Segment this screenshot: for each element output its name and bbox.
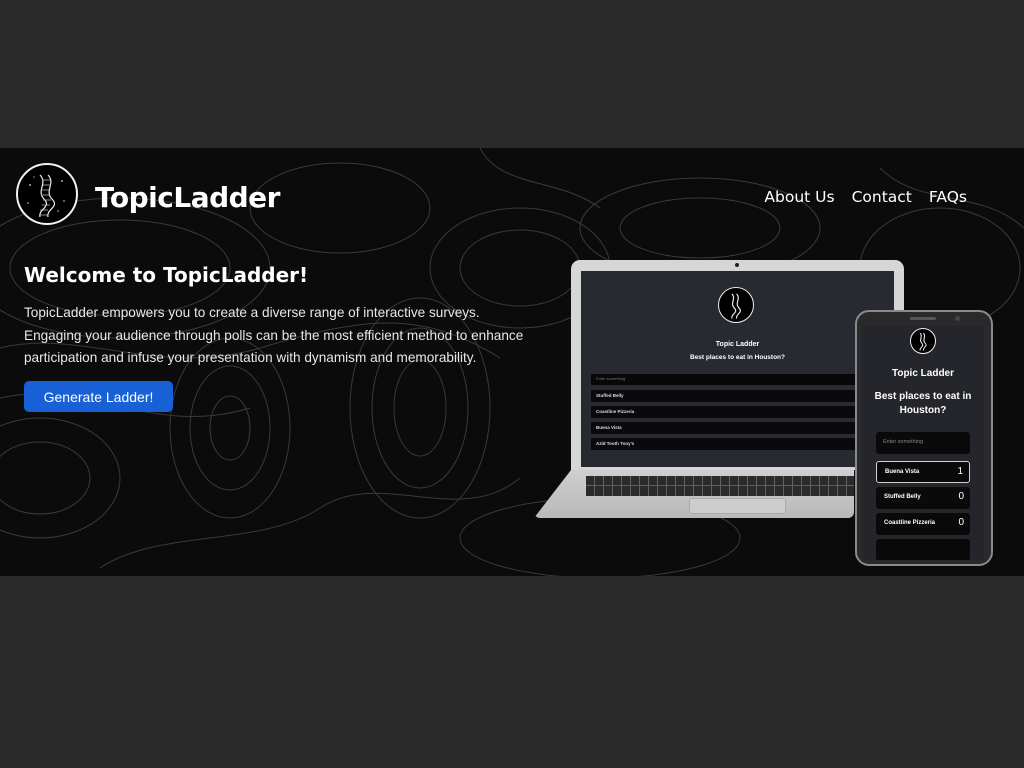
page-title: Welcome to TopicLadder! [24, 263, 309, 287]
phone-screen: Topic Ladder Best places to eat in Houst… [862, 326, 984, 560]
laptop-preview-input-placeholder: Enter something [596, 376, 626, 381]
laptop-preview-input: Enter something [591, 374, 883, 385]
hero-description: TopicLadder empowers you to create a div… [24, 305, 524, 365]
laptop-screen: Topic Ladder Best places to eat in Houst… [581, 271, 894, 467]
laptop-preview-item: Azld Tooth Tony's [591, 438, 883, 450]
phone-preview-item: Buena Vista 1 [876, 461, 970, 483]
phone-preview-item: Stuffed Belly 0 [876, 487, 970, 509]
hero-section: TopicLadder About Us Contact FAQs Welcom… [0, 148, 1024, 576]
generate-ladder-button[interactable]: Generate Ladder! [24, 381, 173, 412]
phone-preview-item: Coastline Pizzeria 0 [876, 513, 970, 535]
phone-preview-item-name: Coastline Pizzeria [884, 520, 936, 526]
laptop-preview-item: Buena Vista [591, 422, 883, 434]
nav-about-us[interactable]: About Us [764, 188, 834, 206]
phone-speaker [910, 317, 936, 320]
phone-preview-item-name: Buena Vista [885, 469, 920, 475]
laptop-camera [735, 263, 739, 267]
phone-preview-item-count: 1 [957, 466, 963, 477]
phone-preview-item-name: Stuffed Belly [884, 494, 921, 500]
laptop-preview-item: Stuffed Belly [591, 390, 883, 402]
phone-preview-title: Topic Ladder [891, 368, 955, 379]
ladder-logo-icon[interactable] [16, 163, 78, 225]
brand-name[interactable]: TopicLadder [95, 181, 280, 214]
laptop-preview-item-label: Buena Vista [596, 425, 622, 430]
nav-contact[interactable]: Contact [852, 188, 912, 206]
phone-preview-item [876, 539, 970, 560]
laptop-preview-question: Best places to eat in Houston? [690, 354, 785, 361]
ladder-logo-icon [718, 287, 754, 323]
phone-preview-input: Enter something [876, 432, 970, 454]
phone-preview-item-count: 0 [958, 491, 964, 502]
nav-faqs[interactable]: FAQs [929, 188, 967, 206]
laptop-preview-item-label: Stuffed Belly [596, 393, 624, 398]
laptop-preview-item: Coastline Pizzeria [591, 406, 883, 418]
laptop-preview-item-label: Azld Tooth Tony's [596, 441, 635, 446]
phone-mockup: Topic Ladder Best places to eat in Houst… [855, 310, 993, 566]
main-nav: About Us Contact FAQs [764, 188, 967, 206]
phone-preview-input-placeholder: Enter something [883, 439, 924, 445]
phone-preview-question: Best places to eat in Houston? [874, 391, 972, 416]
laptop-preview-title: Topic Ladder [715, 341, 760, 348]
laptop-keyboard [586, 476, 854, 496]
ladder-logo-icon [910, 328, 936, 354]
phone-camera [955, 316, 960, 321]
laptop-preview-item-label: Coastline Pizzeria [596, 409, 635, 414]
phone-preview-item-count: 0 [958, 517, 964, 528]
laptop-base [534, 470, 854, 518]
laptop-trackpad [689, 498, 786, 514]
